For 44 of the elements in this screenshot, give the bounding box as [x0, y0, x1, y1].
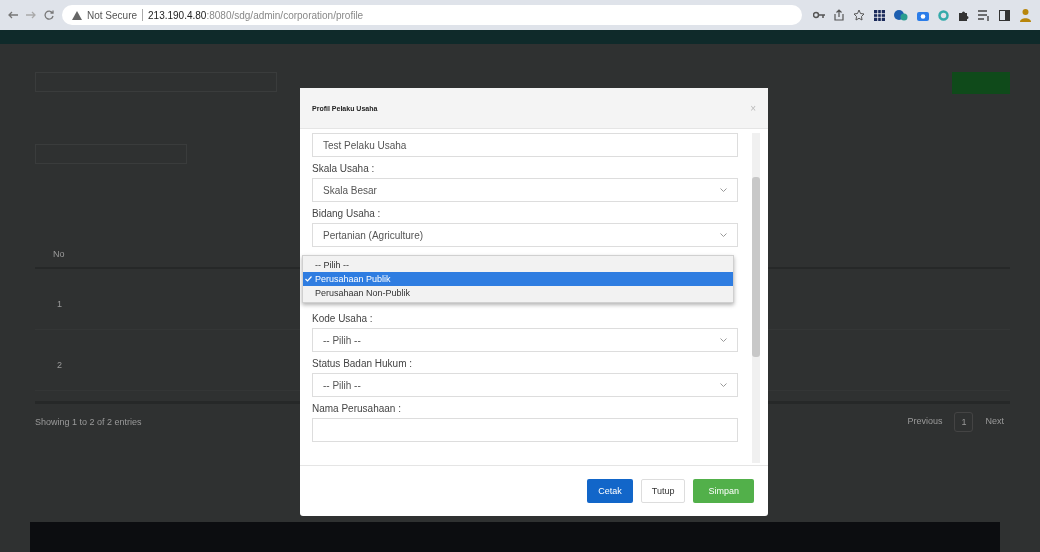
key-icon[interactable]: [813, 11, 825, 19]
table-cell: 2: [57, 360, 62, 370]
avatar-icon[interactable]: [1019, 8, 1032, 22]
column-header: No: [53, 249, 65, 259]
caret-icon: [720, 338, 727, 342]
warning-icon: [72, 10, 82, 20]
sidebar-icon[interactable]: [999, 9, 1010, 21]
pagination-link[interactable]: 1: [954, 412, 974, 432]
field-label: Kode Usaha :: [312, 313, 374, 324]
list-icon[interactable]: [978, 9, 990, 21]
caret-icon: [720, 383, 727, 387]
puzzle-icon[interactable]: [958, 9, 969, 21]
security-label: Not Secure: [87, 9, 138, 21]
pagination-link[interactable]: Next: [979, 412, 1010, 432]
dropdown-option[interactable]: Perusahaan Publik: [303, 272, 733, 286]
scrollbar[interactable]: [752, 133, 760, 463]
pagination-link[interactable]: Previous: [901, 412, 949, 432]
grid-icon[interactable]: [874, 9, 885, 21]
share-icon[interactable]: [834, 9, 844, 21]
text-input[interactable]: Test Pelaku Usaha: [312, 133, 738, 157]
select-field[interactable]: Skala Besar: [312, 178, 738, 202]
select-field[interactable]: Pertanian (Agriculture): [312, 223, 738, 247]
star-icon[interactable]: [853, 9, 865, 21]
text-input[interactable]: [312, 418, 738, 442]
back-icon[interactable]: [8, 11, 18, 19]
select-field[interactable]: -- Pilih --: [312, 328, 738, 352]
caret-icon: [720, 188, 727, 192]
reload-icon[interactable]: [44, 10, 54, 20]
table-cell: 1: [57, 299, 62, 309]
checkmark-icon: [305, 276, 312, 282]
field-label: Bidang Usaha :: [312, 208, 382, 219]
dialog-button[interactable]: Tutup: [640, 479, 686, 503]
caret-icon: [720, 233, 727, 237]
camera-icon[interactable]: [917, 9, 929, 21]
field-label: Status Badan Hukum :: [312, 358, 414, 369]
url-text: 213.190.4.80:8080/sdg/admin/corporation/profile: [148, 9, 364, 21]
address-bar[interactable]: Not Secure 213.190.4.80:8080/sdg/admin/corporation/profile: [62, 5, 802, 25]
field-label: Skala Usaha :: [312, 163, 376, 174]
select-field[interactable]: -- Pilih --: [312, 373, 738, 397]
dropdown-option[interactable]: Perusahaan Non-Publik: [303, 286, 733, 300]
field-label: Nama Perusahaan :: [312, 403, 402, 414]
dialog-button[interactable]: Cetak: [587, 479, 633, 503]
dropdown-option[interactable]: -- Pilih --: [303, 258, 733, 272]
entries-info: Showing 1 to 2 of 2 entries: [35, 417, 142, 427]
